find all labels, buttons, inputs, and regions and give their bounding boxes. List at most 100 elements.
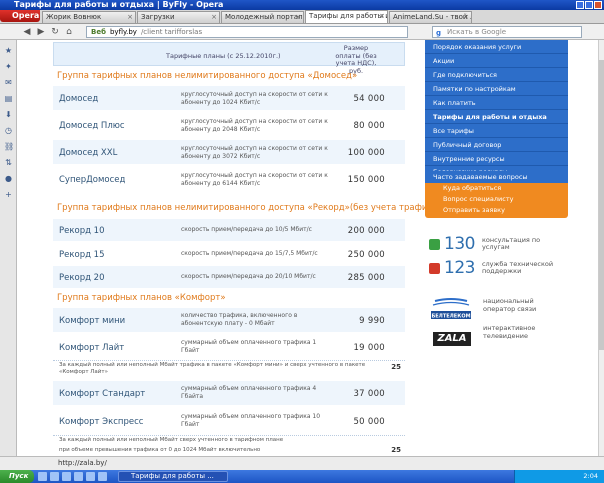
downloads-icon[interactable]: ⬇ — [4, 110, 13, 119]
tab-youth-portal[interactable]: Молодежный портал ... × — [221, 11, 304, 23]
taskbar-window-button[interactable]: Тарифы для работы ... — [118, 471, 228, 482]
tab-close-icon[interactable]: × — [127, 12, 133, 23]
plan-name: Комфорт Экспресс — [59, 417, 144, 427]
address-input[interactable]: Веб byfly.by /client tarifforslas — [86, 26, 408, 38]
tab-tariffs[interactable]: Тарифы для работы и... × — [305, 10, 388, 23]
zala-caption: интерактивное телевидение — [483, 324, 536, 340]
tab-label: Молодежный портал ... — [225, 13, 304, 21]
phone-number-123: 123 — [444, 258, 475, 278]
sidebar-item-settings-guides[interactable]: Памятки по настройкам — [425, 82, 568, 96]
plan-name: СуперДомосед — [59, 175, 126, 185]
bookmarks-icon[interactable]: ★ — [4, 46, 13, 55]
plan-desc: количество трафика, включенного в абонен… — [181, 312, 298, 327]
plan-name: Комфорт мини — [59, 316, 126, 326]
plan-price: 19 000 — [353, 343, 385, 353]
contact-request[interactable]: Отправить заявку — [443, 205, 505, 216]
opera-menu-button[interactable]: Opera — [0, 10, 40, 22]
tab-label: Загрузки — [141, 13, 175, 21]
reload-icon[interactable]: ↻ — [50, 27, 60, 37]
sidebar-item-all-tariffs[interactable]: Все тарифы — [425, 124, 568, 138]
close-button[interactable] — [594, 1, 602, 9]
tab-close-icon[interactable]: × — [211, 12, 217, 23]
plan-desc: круглосуточный доступ на скорости от сет… — [181, 118, 328, 133]
plan-name: Рекорд 10 — [59, 226, 105, 236]
plan-desc: скорость прием/передача до 15/7,5 Мбит/с — [181, 250, 318, 257]
tab-animeland[interactable]: AnimeLand.Su - твой ... × — [389, 11, 472, 23]
sidebar-item-tariffs[interactable]: Тарифы для работы и отдыха — [425, 110, 568, 124]
maximize-button[interactable] — [585, 1, 593, 9]
address-path: /client tarifforslas — [140, 28, 203, 36]
forward-icon[interactable]: ▶ — [36, 27, 46, 37]
contact-ask[interactable]: Вопрос специалисту — [443, 194, 513, 205]
home-icon[interactable]: ⌂ — [64, 27, 74, 37]
window-controls — [576, 1, 602, 9]
notes-icon[interactable]: ▤ — [4, 94, 13, 103]
quicklaunch-icon[interactable] — [74, 472, 83, 481]
sidebar-item-faq[interactable]: Часто задаваемые вопросы — [425, 171, 568, 183]
sidebar-contact-menu: Часто задаваемые вопросы Куда обратиться… — [425, 171, 568, 218]
plan-desc: круглосуточный доступ на скорости от сет… — [181, 145, 328, 160]
group-title-domosed: Группа тарифных планов нелимитированного… — [57, 71, 358, 81]
note-overage: За каждый полный или неполный Мбайт свер… — [59, 437, 284, 443]
sidebar-item-how-pay[interactable]: Как платить — [425, 96, 568, 110]
plan-price: 150 000 — [347, 175, 385, 185]
minimize-button[interactable] — [576, 1, 584, 9]
sidebar-item-order[interactable]: Порядок оказания услуги — [425, 40, 568, 54]
quicklaunch-icon[interactable] — [98, 472, 107, 481]
plan-name: Рекорд 15 — [59, 250, 105, 260]
phone-icon — [429, 262, 440, 274]
contact-where[interactable]: Куда обратиться — [443, 183, 501, 194]
table-row: Комфорт Лайт суммарный объем оплаченного… — [53, 335, 405, 359]
search-input[interactable]: g Искать в Google — [432, 26, 582, 38]
plan-price: 80 000 — [353, 121, 385, 131]
search-placeholder: Искать в Google — [447, 28, 507, 36]
quick-launch — [38, 472, 107, 481]
google-icon: g — [436, 29, 442, 37]
links-icon[interactable]: ⛓ — [4, 142, 14, 151]
back-icon[interactable]: ◀ — [22, 27, 32, 37]
tab-close-icon[interactable]: × — [463, 12, 469, 23]
sidebar-item-internal[interactable]: Внутренние ресурсы — [425, 152, 568, 166]
transfers-icon[interactable]: ⇅ — [4, 158, 13, 167]
phone-desc: служба технической поддержки — [481, 259, 554, 275]
address-host: byfly.by — [109, 28, 137, 36]
tab-close-icon[interactable]: × — [295, 12, 301, 23]
table-row: Рекорд 15 скорость прием/передача до 15/… — [53, 243, 405, 265]
sidebar-item-where-connect[interactable]: Где подключиться — [425, 68, 568, 82]
note-comfort: За каждый полный или неполный Мбайт траф… — [59, 362, 366, 375]
right-sidebar: Порядок оказания услуги Акции Где подклю… — [425, 40, 604, 456]
mail-icon[interactable]: ✉ — [4, 78, 13, 87]
add-panel-icon[interactable]: + — [4, 190, 13, 199]
table-row: Домосед XXL круглосуточный доступ на ско… — [53, 140, 405, 164]
tab-close-icon[interactable]: × — [379, 11, 385, 22]
sidebar-menu: Порядок оказания услуги Акции Где подклю… — [425, 40, 568, 178]
unite-icon[interactable]: ● — [4, 174, 13, 183]
plan-desc: скорость прием/передача до 10/5 Мбит/с — [181, 226, 312, 233]
plan-desc: суммарный объем оплаченного трафика 1 Гб… — [181, 339, 317, 354]
window-title: Тарифы для работы и отдыха | ByFly - Ope… — [14, 0, 224, 9]
scrollbar-thumb[interactable] — [599, 60, 604, 350]
plan-name: Рекорд 20 — [59, 273, 105, 283]
window-title-bar: Тарифы для работы и отдыха | ByFly - Ope… — [0, 0, 604, 10]
sidebar-item-promo[interactable]: Акции — [425, 54, 568, 68]
history-icon[interactable]: ◷ — [4, 126, 13, 135]
quicklaunch-icon[interactable] — [50, 472, 59, 481]
plan-name: Домосед — [59, 94, 99, 104]
tab-downloads[interactable]: Загрузки × — [137, 11, 220, 23]
divider — [53, 435, 405, 436]
quicklaunch-icon[interactable] — [86, 472, 95, 481]
svg-text:БЕЛТЕЛЕКОМ: БЕЛТЕЛЕКОМ — [431, 314, 470, 320]
widgets-icon[interactable]: ✦ — [4, 62, 13, 71]
quicklaunch-icon[interactable] — [38, 472, 47, 481]
plan-desc: суммарный объем оплаченного трафика 4 Гб… — [181, 385, 317, 400]
plan-price: 250 000 — [347, 250, 385, 260]
page-scrollbar[interactable] — [598, 40, 604, 456]
beltelecom-caption: национальный оператор связи — [483, 297, 537, 313]
quicklaunch-icon[interactable] — [62, 472, 71, 481]
start-button[interactable]: Пуск — [0, 470, 34, 483]
plan-price: 285 000 — [347, 273, 385, 283]
sidebar-item-contract[interactable]: Публичный договор — [425, 138, 568, 152]
group-title-comfort: Группа тарифных планов «Комфорт» — [57, 293, 226, 303]
table-row: Рекорд 10 скорость прием/передача до 10/… — [53, 219, 405, 241]
tab-zhorik[interactable]: Жорик Вовнюк × — [42, 11, 136, 23]
